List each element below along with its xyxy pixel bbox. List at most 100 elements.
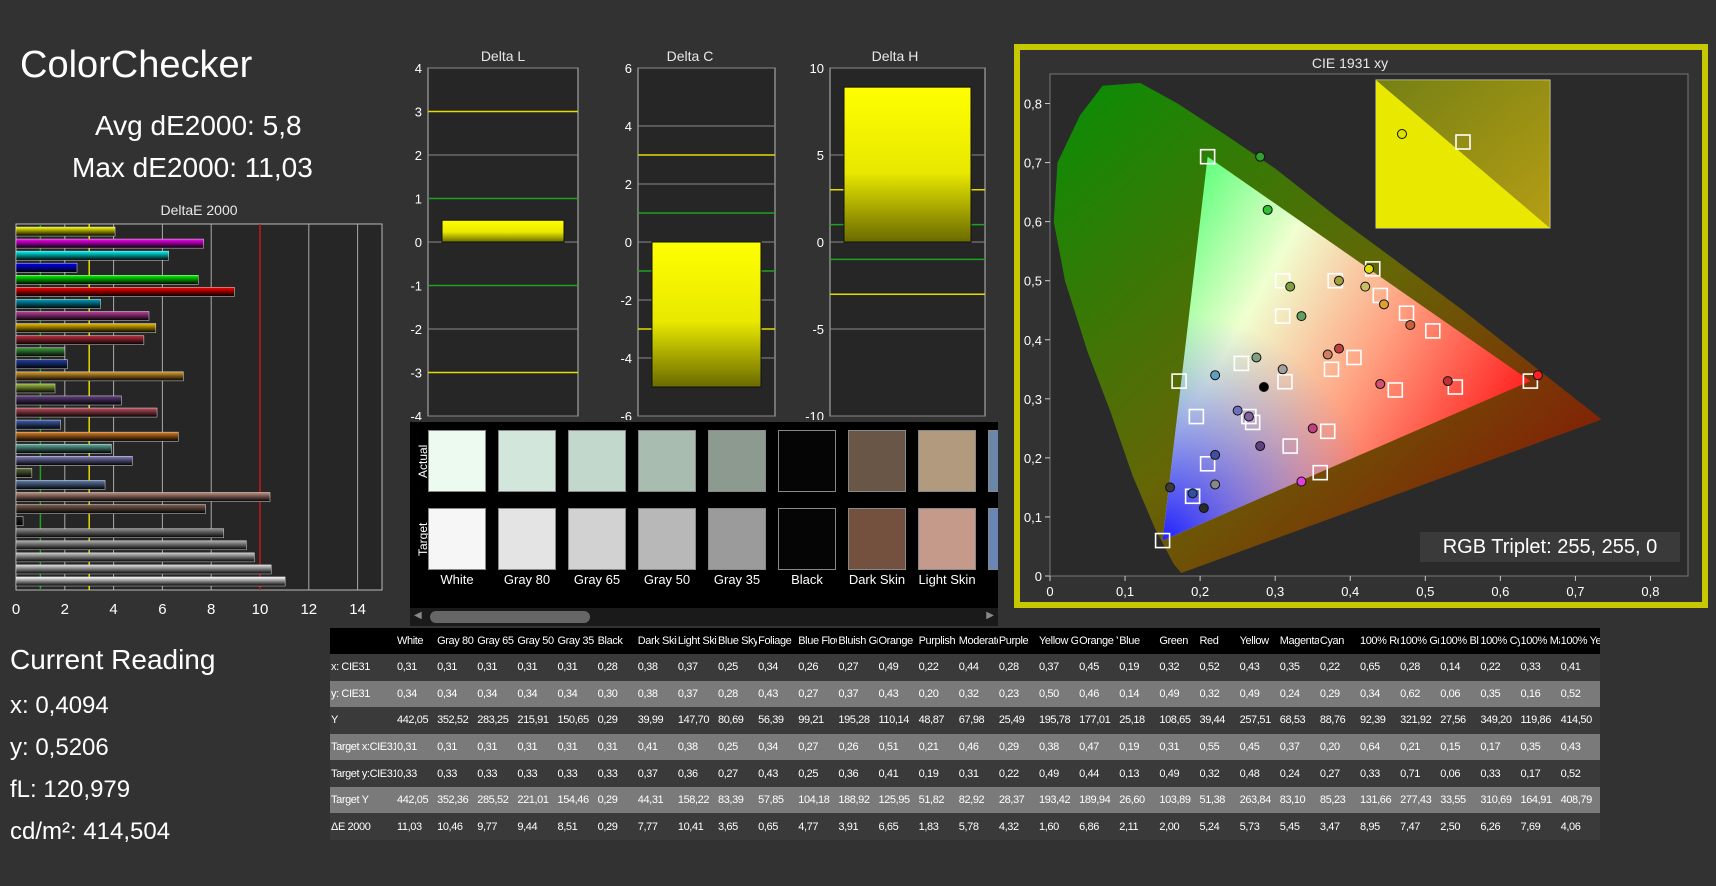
table-cell: 0,65 [758, 820, 778, 833]
cie-measured-point [1285, 281, 1296, 292]
table-cell: 0,33 [397, 767, 417, 780]
scroll-left-icon[interactable]: ◀ [414, 610, 422, 621]
table-header-cell: Purple [998, 635, 1029, 647]
cie-measured-point [1210, 449, 1221, 460]
table-cell: 0,32 [958, 687, 979, 700]
table-cell: 0,51 [878, 740, 899, 753]
table-cell: 26,60 [1119, 794, 1145, 807]
current-y: y: 0,5206 [10, 734, 109, 761]
cie-measured-point [1277, 364, 1288, 375]
table-header-cell: Foliage [758, 635, 792, 647]
table-cell: 6,26 [1480, 820, 1501, 833]
deltae-bar-100-cyan [15, 250, 169, 261]
swatch-label: Dark Skin [848, 572, 906, 587]
cie-y-tick: 0,2 [1024, 451, 1042, 466]
table-cell: 0,44 [1079, 767, 1099, 780]
deltae-bar-blue [15, 359, 68, 370]
table-row: Target Y 442,05 352,36 285,52 221,01 154,46 0,… [330, 786, 1600, 814]
cie-x-tick: 0,8 [1641, 584, 1659, 599]
table-cell: 68,53 [1279, 714, 1306, 727]
table-header-cell: Moderate Red [958, 635, 998, 647]
table-cell: 0,37 [677, 661, 698, 674]
table-cell: 0,37 [677, 687, 698, 700]
table-cell: 0,31 [1159, 740, 1180, 753]
table-cell: 0,38 [637, 661, 658, 674]
table-cell: 408,79 [1560, 794, 1593, 807]
deltae-bar-black [15, 516, 24, 526]
table-cell: 0,37 [1279, 740, 1300, 753]
swatch-target [988, 508, 998, 570]
cie-measured-point [1258, 382, 1269, 393]
delta-y-tick: -10 [805, 409, 824, 420]
table-cell: 27,56 [1440, 714, 1466, 727]
table-cell: 0,35 [1520, 740, 1541, 753]
delta-y-tick: -4 [620, 351, 632, 366]
delta-y-tick: 2 [625, 177, 632, 192]
table-cell: 0,38 [677, 740, 698, 753]
table-cell: 0,29 [998, 740, 1019, 753]
swatch-actual [638, 430, 696, 492]
deltae-bar-orange-yellow [15, 371, 184, 382]
table-cell: 0,49 [1159, 687, 1180, 700]
delta-c-title: Delta C [666, 48, 714, 64]
table-cell: 0,34 [477, 687, 498, 700]
table-cell: 0,34 [1360, 687, 1380, 700]
table-cell: 7,47 [1400, 820, 1420, 833]
swatch-panel: Actual Target White Gray 80 Gray 65 Gray 50… [410, 422, 998, 608]
table-header-cell: Blue Flower [798, 635, 837, 647]
table-cell: 0,44 [958, 661, 979, 674]
swatch-target [848, 508, 906, 570]
table-cell: 0,28 [998, 661, 1019, 674]
cie-x-tick: 0,5 [1416, 584, 1434, 599]
swatch-target [428, 508, 486, 570]
table-cell: 0,37 [637, 767, 658, 780]
table-cell: 0,14 [1440, 661, 1461, 674]
table-cell: 0,19 [1119, 661, 1140, 674]
delta-y-tick: -3 [410, 366, 422, 381]
table-cell: 67,98 [958, 714, 985, 727]
table-cell: 0,31 [597, 740, 618, 753]
scroll-right-icon[interactable]: ▶ [986, 610, 994, 621]
table-cell: 0,33 [597, 767, 618, 780]
table-cell: 310,69 [1480, 794, 1512, 807]
cie-measured-point [1255, 441, 1266, 452]
table-cell: 0,29 [597, 714, 618, 727]
table-cell: 0,31 [477, 740, 498, 753]
table-cell: 0,33 [557, 767, 578, 780]
swatch-actual [708, 430, 766, 492]
table-cell: 57,85 [758, 794, 784, 807]
deltae-chart-title: DeltaE 2000 [160, 202, 238, 218]
table-cell: 352,36 [437, 794, 469, 807]
table-header-cell: Light Skin [677, 635, 717, 647]
delta-y-tick: 4 [625, 119, 632, 134]
deltae-x-tick: 12 [300, 601, 317, 618]
table-cell: 0,41 [878, 767, 899, 780]
table-row-label: Target Y [331, 794, 369, 807]
table-cell: 0,27 [798, 740, 819, 753]
table-cell: 104,18 [798, 794, 830, 807]
swatch-scrollbar[interactable]: ◀ ▶ [410, 608, 998, 626]
table-cell: 0,52 [1560, 767, 1581, 780]
table-cell: 5,45 [1279, 820, 1300, 833]
cie-measured-point [1333, 275, 1344, 286]
scroll-thumb[interactable] [430, 611, 590, 623]
table-cell: 0,43 [1239, 661, 1260, 674]
deltae-bar-bluish-green [15, 443, 112, 454]
table-row: y: CIE31 0,34 0,34 0,34 0,34 0,34 0,30 0,38 0,37… [330, 680, 1600, 708]
table-cell: 4,77 [798, 820, 819, 833]
table-cell: 349,20 [1480, 714, 1512, 727]
table-header-cell [330, 628, 396, 654]
table-cell: 0,26 [838, 740, 859, 753]
delta-l-chart: 4 3 2 1 0 -1 -2 -3 -4 [410, 64, 579, 420]
delta-y-tick: -2 [410, 322, 422, 337]
deltae-bar-yellow [15, 323, 157, 333]
swatch-label: Gray 50 [643, 572, 691, 587]
deltae-bar-light-skin [15, 492, 271, 502]
deltae-bar-orange [15, 431, 179, 442]
table-cell: 150,65 [557, 714, 590, 727]
table-cell: 28,37 [998, 794, 1025, 807]
table-cell: 0,31 [437, 661, 457, 674]
table-cell: 6,65 [878, 820, 899, 833]
table-cell: 4,06 [1560, 820, 1581, 833]
cie-x-tick: 0,7 [1566, 584, 1584, 599]
